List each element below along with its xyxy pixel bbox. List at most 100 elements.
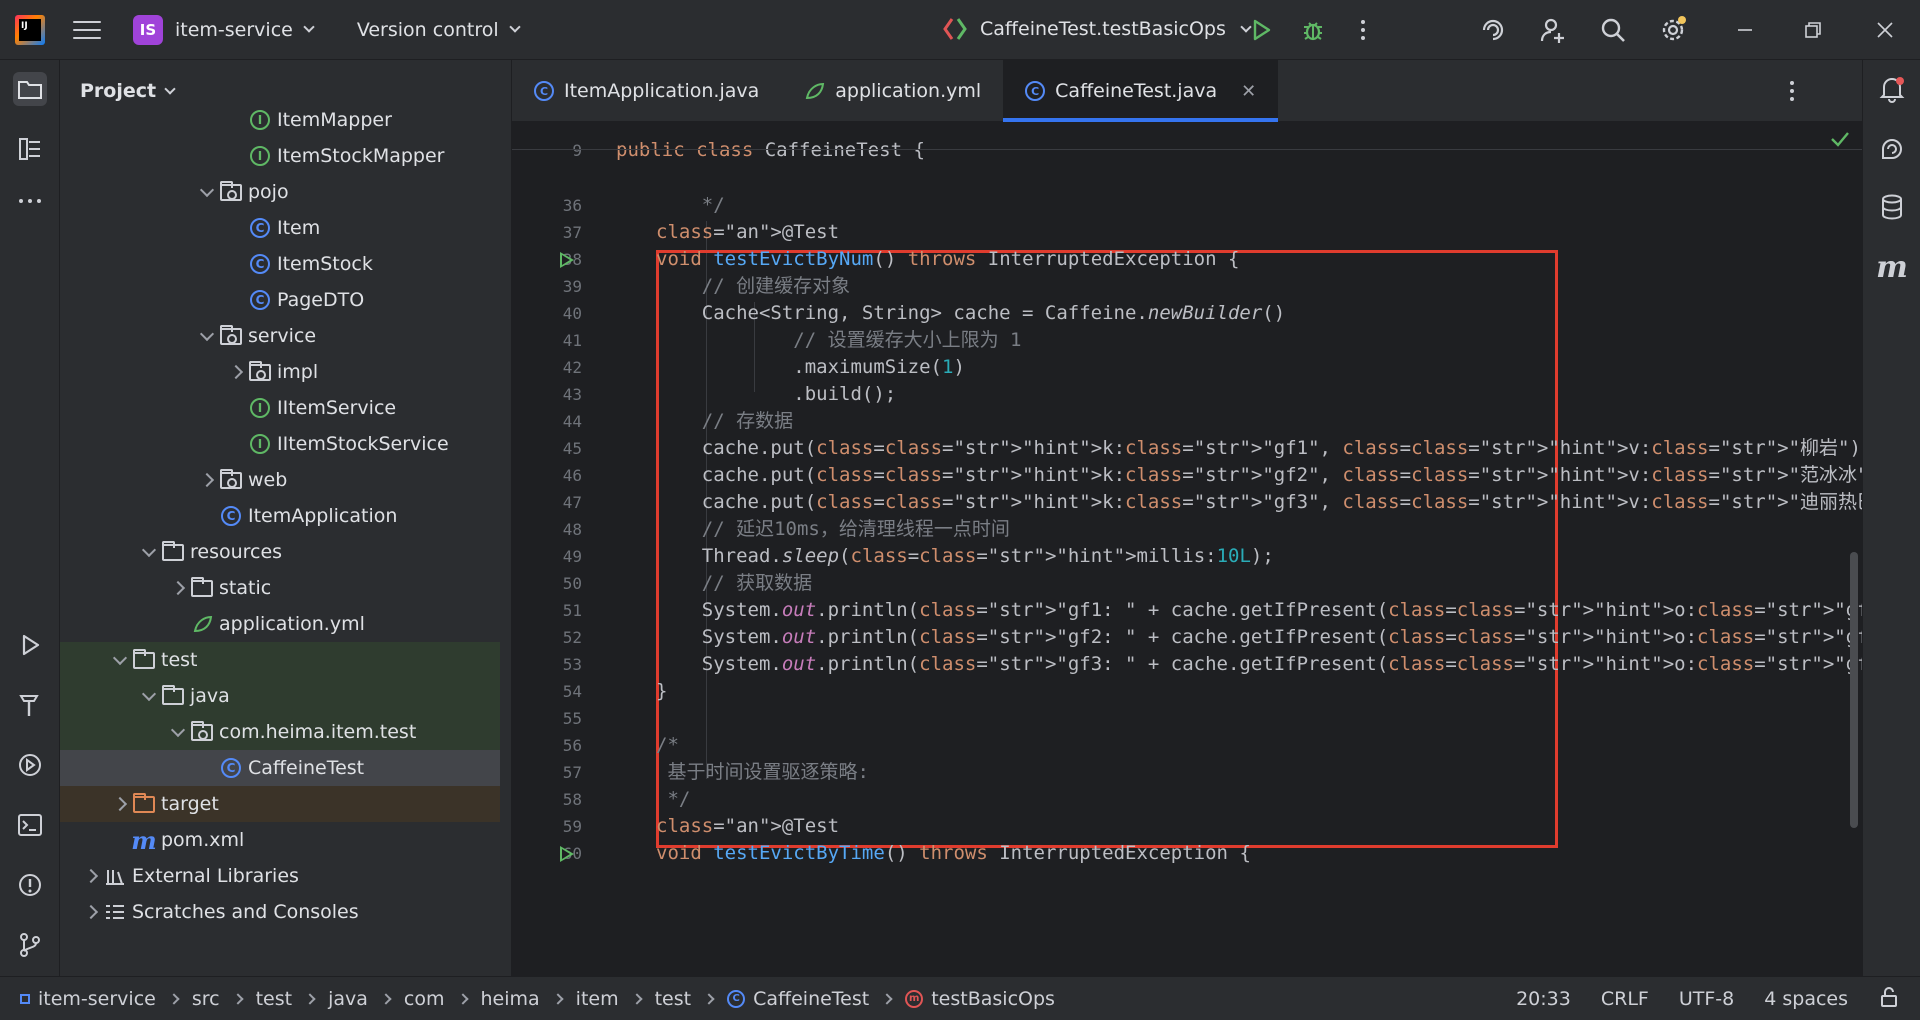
tab-caffeinetest[interactable]: C CaffeineTest.java ✕ — [1003, 60, 1279, 122]
search-icon[interactable] — [1598, 15, 1628, 45]
ai-assistant-icon[interactable] — [1478, 15, 1508, 45]
settings-gear-icon[interactable] — [1658, 15, 1688, 45]
minimize-window-icon[interactable] — [1730, 15, 1760, 45]
services-icon[interactable] — [13, 748, 47, 782]
tree-item[interactable]: External Libraries — [60, 858, 500, 894]
tree-item[interactable]: C PageDTO — [60, 282, 500, 318]
chevron-right-icon[interactable] — [199, 472, 215, 488]
tree-item[interactable]: com.heima.item.test — [60, 714, 500, 750]
tree-item[interactable]: C ItemStock — [60, 246, 500, 282]
run-test-gutter-icon[interactable] — [560, 846, 574, 862]
test-folder-icon — [162, 684, 184, 707]
tree-item[interactable]: java — [60, 678, 500, 714]
tree-item[interactable]: static — [60, 570, 500, 606]
database-icon[interactable] — [1875, 190, 1909, 224]
ai-chat-icon[interactable] — [1875, 132, 1909, 166]
structure-icon[interactable] — [13, 132, 47, 166]
breadcrumb-item[interactable]: com — [404, 988, 445, 1010]
tree-item-label: CaffeineTest — [248, 757, 365, 779]
tree-item[interactable]: C Item — [60, 210, 500, 246]
maven-icon[interactable]: m — [1875, 250, 1909, 285]
tree-item[interactable]: I IItemService — [60, 390, 500, 426]
tree-item[interactable]: application.yml — [60, 606, 500, 642]
close-window-icon[interactable] — [1870, 15, 1900, 45]
chevron-right-icon[interactable] — [170, 580, 186, 596]
notifications-bell-icon[interactable] — [1875, 72, 1909, 106]
breadcrumb-item[interactable]: CaffeineTest — [753, 988, 869, 1010]
breadcrumb-item[interactable]: test — [655, 988, 692, 1010]
breadcrumb-item[interactable]: item-service — [38, 988, 156, 1010]
run-test-gutter-icon[interactable] — [560, 252, 574, 268]
chevron-right-icon[interactable] — [228, 364, 244, 380]
breadcrumb-item[interactable]: testBasicOps — [931, 988, 1055, 1010]
breadcrumb-item[interactable]: heima — [481, 988, 540, 1010]
tree-item[interactable]: web — [60, 462, 500, 498]
run-config-selector[interactable]: CaffeineTest.testBasicOps — [940, 14, 1252, 44]
more-horizontal-icon[interactable] — [13, 184, 47, 218]
tab-label: ItemApplication.java — [564, 80, 760, 102]
chevron-down-icon[interactable] — [170, 722, 186, 738]
breadcrumb-item[interactable]: item — [576, 988, 619, 1010]
tree-item[interactable]: I ItemStockMapper — [60, 138, 500, 174]
tree-item[interactable]: Scratches and Consoles — [60, 894, 500, 930]
project-panel: Project I ItemMapper I ItemStockMapper pojo C… — [60, 60, 512, 976]
tree-item[interactable]: target — [60, 786, 500, 822]
editor-scrollbar[interactable] — [1850, 552, 1858, 828]
tab-itemapplication[interactable]: C ItemApplication.java — [512, 60, 781, 122]
file-encoding[interactable]: UTF-8 — [1679, 988, 1734, 1010]
tree-item[interactable]: C ItemApplication — [60, 498, 500, 534]
chevron-down-icon[interactable] — [199, 326, 215, 342]
more-vertical-icon[interactable] — [1348, 15, 1378, 45]
run-icon[interactable] — [1246, 15, 1276, 45]
project-selector[interactable]: item-service — [175, 19, 315, 41]
code-line[interactable]: public class CaffeineTest { — [616, 134, 925, 167]
chevron-down-icon[interactable] — [199, 182, 215, 198]
tab-application-yml[interactable]: application.yml — [781, 60, 1003, 122]
chevron-down-icon[interactable] — [141, 542, 157, 558]
tabs-more-icon[interactable] — [1788, 79, 1796, 107]
tree-item[interactable]: impl — [60, 354, 500, 390]
tree-item[interactable]: I IItemStockService — [60, 426, 500, 462]
breadcrumb-item[interactable]: test — [256, 988, 293, 1010]
tree-item-label: IItemStockService — [277, 433, 449, 455]
chevron-down-icon — [164, 82, 176, 95]
build-hammer-icon[interactable] — [13, 688, 47, 722]
breadcrumb-item[interactable]: src — [192, 988, 220, 1010]
breadcrumb-item[interactable]: java — [328, 988, 368, 1010]
tree-item[interactable]: resources — [60, 534, 500, 570]
vcs-selector[interactable]: Version control — [357, 19, 521, 41]
project-folder-icon[interactable] — [13, 72, 47, 106]
tree-item[interactable]: m pom.xml — [60, 822, 500, 858]
chevron-right-icon[interactable] — [83, 868, 99, 884]
restore-window-icon[interactable] — [1798, 15, 1828, 45]
lock-icon[interactable] — [1878, 986, 1900, 1013]
chevron-down-icon[interactable] — [141, 686, 157, 702]
tree-item-label: ItemStock — [277, 253, 373, 275]
main-menu-icon[interactable] — [73, 16, 101, 44]
terminal-icon[interactable] — [13, 808, 47, 842]
left-tool-strip — [0, 60, 60, 976]
add-user-icon[interactable] — [1538, 15, 1568, 45]
debug-icon[interactable] — [1298, 15, 1328, 45]
tree-item[interactable]: pojo — [60, 174, 500, 210]
code-editor[interactable]: 9 public class CaffeineTest {36 */37 class… — [512, 122, 1920, 976]
tree-item[interactable]: I ItemMapper — [60, 102, 500, 138]
tree-item-label: pojo — [248, 181, 289, 203]
problems-icon[interactable] — [13, 868, 47, 902]
caret-position[interactable]: 20:33 — [1516, 988, 1571, 1010]
line-separator[interactable]: CRLF — [1601, 988, 1649, 1010]
close-tab-icon[interactable]: ✕ — [1241, 81, 1256, 102]
indent-setting[interactable]: 4 spaces — [1764, 988, 1848, 1010]
code-line[interactable]: System.out.println(class="str">"gf3: " +… — [656, 648, 1920, 681]
chevron-down-icon[interactable] — [112, 650, 128, 666]
tree-item[interactable]: service — [60, 318, 500, 354]
tree-item[interactable]: test — [60, 642, 500, 678]
chevron-right-icon[interactable] — [83, 904, 99, 920]
run-tool-icon[interactable] — [13, 628, 47, 662]
git-branch-icon[interactable] — [13, 928, 47, 962]
yaml-icon — [806, 82, 825, 100]
code-line[interactable]: void testEvictByTime() throws Interrupte… — [656, 837, 1251, 870]
chevron-right-icon[interactable] — [112, 796, 128, 812]
tree-item[interactable]: C CaffeineTest — [60, 750, 500, 786]
code-line[interactable]: } — [656, 675, 667, 708]
